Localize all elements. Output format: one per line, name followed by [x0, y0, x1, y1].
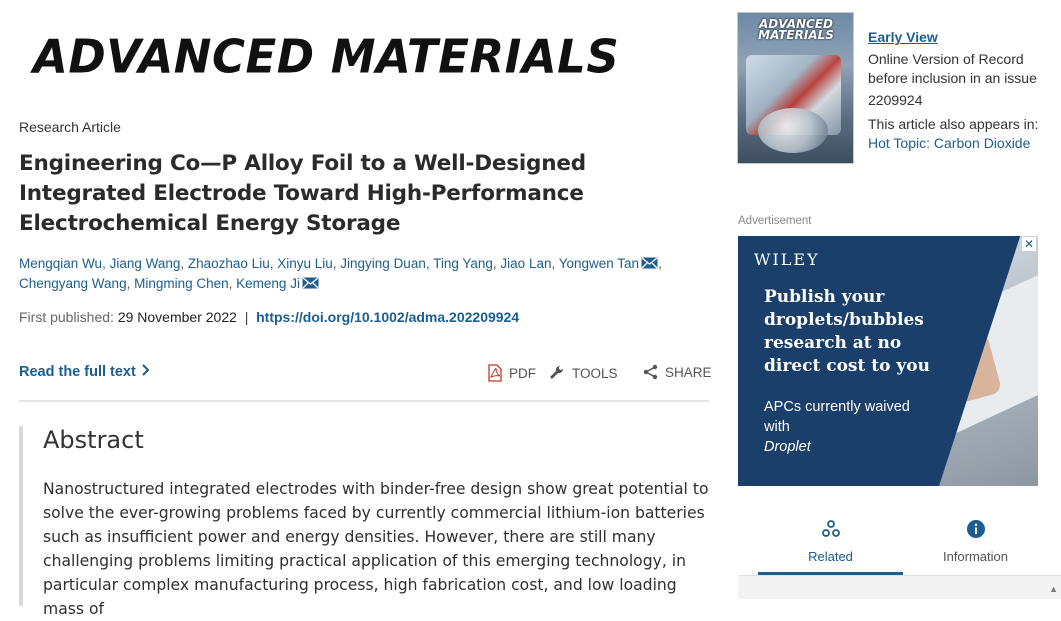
ad-sub-emphasis: Droplet — [764, 439, 811, 455]
author-separator: , — [126, 276, 135, 291]
ad-subtext: APCs currently waived with Droplet — [764, 397, 924, 457]
close-icon[interactable]: ✕ — [1022, 237, 1036, 251]
published-label: First published: — [19, 309, 114, 325]
journal-cover-image[interactable]: ADVANCED MATERIALS — [738, 13, 853, 163]
early-view-link[interactable]: Early View — [868, 29, 938, 45]
ad-headline: Publish your droplets/bubbles research a… — [764, 287, 930, 376]
divider — [19, 400, 709, 402]
publication-info: First published: 29 November 2022 | http… — [19, 309, 519, 325]
online-version-text: Online Version of Record — [868, 51, 1024, 67]
tools-label: TOOLS — [572, 365, 618, 381]
author-link[interactable]: Jingying Duan — [340, 256, 426, 271]
author-link[interactable]: Jiang Wang — [110, 256, 181, 271]
pdf-button[interactable]: PDF — [487, 364, 536, 382]
author-link[interactable]: Yongwen Tan — [559, 256, 639, 271]
doi-link[interactable]: https://doi.org/10.1002/adma.202209924 — [256, 309, 519, 325]
abstract-accent-bar — [19, 426, 23, 606]
author-list: Mengqian Wu, Jiang Wang, Zhaozhao Liu, X… — [19, 254, 719, 294]
sidebar-tabs: Related Information ▲ — [738, 505, 1061, 599]
author-link[interactable]: Chengyang Wang — [19, 276, 127, 291]
advertisement-label: Advertisement — [738, 215, 812, 227]
author-separator: , — [551, 256, 559, 271]
pdf-icon — [488, 364, 502, 382]
scroll-up-icon[interactable]: ▲ — [1049, 584, 1058, 594]
abstract-heading: Abstract — [43, 426, 144, 454]
journal-logo[interactable]: ADVANCED MATERIALS — [33, 29, 633, 84]
tools-button[interactable]: TOOLS — [548, 364, 618, 382]
related-icon — [821, 520, 840, 537]
appears-in-label: This article also appears in: — [868, 116, 1039, 132]
info-icon — [966, 520, 985, 538]
article-type: Research Article — [19, 119, 121, 135]
share-button[interactable]: SHARE — [643, 364, 712, 380]
tab-information[interactable]: Information — [903, 505, 1048, 575]
author-link[interactable]: Kemeng Ji — [236, 276, 300, 291]
author-separator: , — [102, 256, 110, 271]
author-link[interactable]: Mingming Chen — [134, 276, 229, 291]
ad-sub-prefix: APCs currently waived with — [764, 399, 910, 435]
wiley-logo: WILEY — [754, 250, 820, 269]
author-link[interactable]: Jiao Lan — [500, 256, 551, 271]
pdf-label: PDF — [509, 365, 536, 381]
author-link[interactable]: Xinyu Liu — [277, 256, 333, 271]
author-link[interactable]: Zhaozhao Liu — [188, 256, 270, 271]
scroll-area — [738, 576, 1061, 599]
advertisement-banner[interactable]: WILEY Publish your droplets/bubbles rese… — [738, 236, 1038, 486]
before-inclusion-text: before inclusion in an issue — [868, 70, 1037, 86]
email-icon[interactable] — [641, 257, 658, 269]
cover-title: ADVANCED MATERIALS — [758, 17, 834, 42]
email-icon[interactable] — [302, 277, 319, 289]
tab-information-label: Information — [942, 549, 1009, 564]
author-link[interactable]: Ting Yang — [433, 256, 493, 271]
author-link[interactable]: Mengqian Wu — [19, 256, 102, 271]
tab-related-label: Related — [808, 549, 853, 564]
share-label: SHARE — [665, 364, 712, 380]
article-title: Engineering Co—P Alloy Foil to a Well-De… — [19, 151, 586, 236]
share-icon — [643, 364, 658, 380]
chevron-right-icon — [142, 364, 150, 380]
cover-art-sphere — [758, 108, 828, 153]
pub-separator: | — [244, 309, 249, 325]
author-separator: , — [658, 256, 662, 271]
published-date: 29 November 2022 — [117, 309, 237, 325]
wrench-icon — [550, 365, 564, 379]
author-separator: , — [180, 256, 188, 271]
tab-related[interactable]: Related — [758, 505, 903, 575]
read-full-label: Read the full text — [19, 364, 136, 380]
hot-topic-link[interactable]: Hot Topic: Carbon Dioxide — [868, 135, 1030, 151]
read-full-text-link[interactable]: Read the full text — [19, 364, 150, 380]
article-number: 2209924 — [868, 92, 923, 108]
abstract-text: Nanostructured integrated electrodes wit… — [43, 480, 709, 618]
